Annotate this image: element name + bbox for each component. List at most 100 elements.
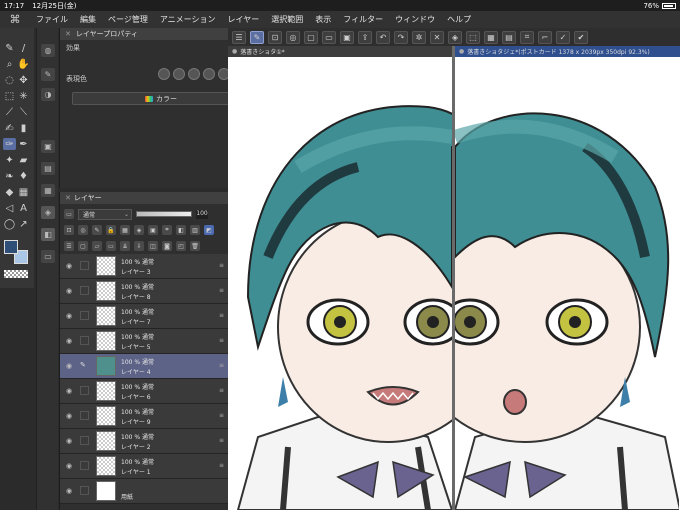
sub-tool-icon[interactable]: ◍ <box>41 44 55 57</box>
new-raster-layer-icon[interactable]: ▢ <box>78 241 88 251</box>
layer-checkbox[interactable] <box>80 436 89 445</box>
redo-icon[interactable]: ↷ <box>394 30 408 44</box>
eye-icon[interactable]: ◉ <box>66 262 72 270</box>
layer-menu-icon[interactable]: ≡ <box>219 387 224 394</box>
eye-icon[interactable]: ◉ <box>66 437 72 445</box>
layer-menu-icon[interactable]: ≡ <box>219 262 224 269</box>
layer-checkbox[interactable] <box>80 486 89 495</box>
layer-row[interactable]: ◉ 100 % 通常 レイヤー 9 ≡ <box>60 404 229 429</box>
transfer-down-icon[interactable]: ⇊ <box>120 241 130 251</box>
navigator-icon[interactable]: ▣ <box>41 140 55 153</box>
layer-row[interactable]: ◉ 100 % 通常 レイヤー 2 ≡ <box>60 429 229 454</box>
fill-icon[interactable]: ◈ <box>448 30 462 44</box>
layer-checkbox[interactable] <box>80 386 89 395</box>
menu-window[interactable]: ウィンドウ <box>389 14 441 25</box>
apply-mask-icon[interactable]: ◙ <box>162 241 172 251</box>
eye-icon[interactable]: ◉ <box>66 337 72 345</box>
brush-size-icon[interactable]: ◑ <box>41 88 55 101</box>
border-effect-icon[interactable] <box>158 68 170 80</box>
menu-view[interactable]: 表示 <box>309 14 337 25</box>
zoom-icon[interactable]: ⌕ <box>3 58 16 70</box>
eye-icon[interactable]: ◉ <box>66 287 72 295</box>
layer-checkbox[interactable] <box>80 336 89 345</box>
clear-icon[interactable]: ✕ <box>430 30 444 44</box>
hamburger-icon[interactable]: ☰ <box>232 30 246 44</box>
folder-icon[interactable]: ▭ <box>322 30 336 44</box>
main-color[interactable] <box>4 240 18 254</box>
new-vector-layer-icon[interactable]: ▱ <box>92 241 102 251</box>
tone-effect-icon[interactable] <box>173 68 185 80</box>
draft-icon[interactable]: ✎ <box>92 225 102 235</box>
move-icon[interactable]: ✥ <box>17 74 30 86</box>
menu-edit[interactable]: 編集 <box>74 14 102 25</box>
layer-checkbox[interactable] <box>80 461 89 470</box>
reference-icon[interactable]: ◎ <box>78 225 88 235</box>
palette-icon[interactable]: ◈ <box>134 225 144 235</box>
merge-down-icon[interactable]: ⇩ <box>134 241 144 251</box>
material-icon[interactable]: ▦ <box>41 184 55 197</box>
eyedropper-icon[interactable]: ⟋ <box>3 106 16 118</box>
canvas-tab-left[interactable]: ● 落書きショタ①* <box>228 46 452 57</box>
check-icon[interactable]: ✓ <box>556 30 570 44</box>
transform-icon[interactable]: ⬚ <box>466 30 480 44</box>
auto-action-icon[interactable]: ▭ <box>41 250 55 263</box>
save-icon[interactable]: ▣ <box>340 30 354 44</box>
layer-color-toggle-icon[interactable]: ◧ <box>176 225 186 235</box>
layer-property-icon[interactable]: ◈ <box>41 206 55 219</box>
eye-icon[interactable]: ◉ <box>66 387 72 395</box>
ruler-show-icon[interactable]: ⌗ <box>162 225 172 235</box>
pen-icon[interactable]: ✎ <box>3 42 16 54</box>
brush-check-icon[interactable]: ✔ <box>574 30 588 44</box>
ruler-icon[interactable]: ▤ <box>502 30 516 44</box>
eye-icon[interactable]: ◉ <box>66 412 72 420</box>
layer-row-selected[interactable]: ◉ ✎ 100 % 通常 レイヤー 4 ≡ <box>60 354 229 379</box>
select-icon[interactable]: ⊡ <box>268 30 282 44</box>
extract-line-icon[interactable] <box>203 68 215 80</box>
correct-line-icon[interactable]: ↗ <box>17 218 30 230</box>
layer-row[interactable]: ◉ 100 % 通常 レイヤー 3 ≡ <box>60 254 229 279</box>
clip-studio-logo-icon[interactable]: ⌘ <box>0 13 30 26</box>
layer-menu-icon[interactable]: ≡ <box>219 437 224 444</box>
lock-icon[interactable]: 🔒 <box>106 225 116 235</box>
lasso-icon[interactable]: ◌ <box>3 74 16 86</box>
fill-bucket-icon[interactable]: ◆ <box>3 186 16 198</box>
sub-view-icon[interactable]: ▤ <box>41 162 55 175</box>
opacity-value[interactable]: 100 <box>196 209 208 219</box>
expression-color-select[interactable]: カラー ⌄ <box>72 92 250 105</box>
hand-icon[interactable]: ✋ <box>17 58 30 70</box>
selection-icon[interactable]: ⬚ <box>3 90 16 102</box>
menu-page[interactable]: ページ管理 <box>102 14 154 25</box>
eye-icon[interactable]: ◉ <box>66 362 72 370</box>
snap-icon[interactable]: ⌐ <box>538 30 552 44</box>
layer-highlight-icon[interactable]: ◩ <box>204 225 214 235</box>
spinner-icon[interactable]: ✲ <box>412 30 426 44</box>
layer-menu-icon[interactable]: ≡ <box>219 462 224 469</box>
eye-icon[interactable]: ◉ <box>66 312 72 320</box>
layer-menu-icon[interactable]: ≡ <box>219 362 224 369</box>
grid-icon[interactable]: ▦ <box>484 30 498 44</box>
layer-color-icon[interactable] <box>188 68 200 80</box>
mask-enable-icon[interactable]: ▣ <box>148 225 158 235</box>
drop-icon[interactable]: ♦ <box>17 170 30 182</box>
extra-layer-icon[interactable]: ▥ <box>190 225 200 235</box>
new-mask-icon[interactable]: ◫ <box>148 241 158 251</box>
menu-filter[interactable]: フィルター <box>337 14 389 25</box>
layer-row[interactable]: ◉ 100 % 通常 レイヤー 7 ≡ <box>60 304 229 329</box>
layer-menu-icon[interactable]: ≡ <box>219 412 224 419</box>
crop-icon[interactable]: ⌗ <box>520 30 534 44</box>
tool-property-icon[interactable]: ✎ <box>41 68 55 81</box>
opacity-slider[interactable] <box>136 211 192 217</box>
canvas-area[interactable]: ● 落書きショタ①* ● 落書きショタジェ*(ポストカード 1378 x 203… <box>228 46 680 510</box>
duplicate-icon[interactable]: ◰ <box>176 241 186 251</box>
marker-icon[interactable]: ▮ <box>17 122 30 134</box>
layer-checkbox[interactable] <box>80 261 89 270</box>
sparkle-icon[interactable]: ✦ <box>3 154 16 166</box>
layer-row[interactable]: ◉ 100 % 通常 レイヤー 6 ≡ <box>60 379 229 404</box>
decoration-icon[interactable]: ✒ <box>17 138 30 150</box>
airbrush-icon[interactable]: ✑ <box>3 138 16 150</box>
paper-layer-row[interactable]: ◉ 用紙 <box>60 479 229 504</box>
brush-icon[interactable]: ✍ <box>3 122 16 134</box>
clip-icon[interactable]: ⊡ <box>64 225 74 235</box>
export-icon[interactable]: ⇪ <box>358 30 372 44</box>
layer-type-icon[interactable]: ▭ <box>64 209 74 219</box>
